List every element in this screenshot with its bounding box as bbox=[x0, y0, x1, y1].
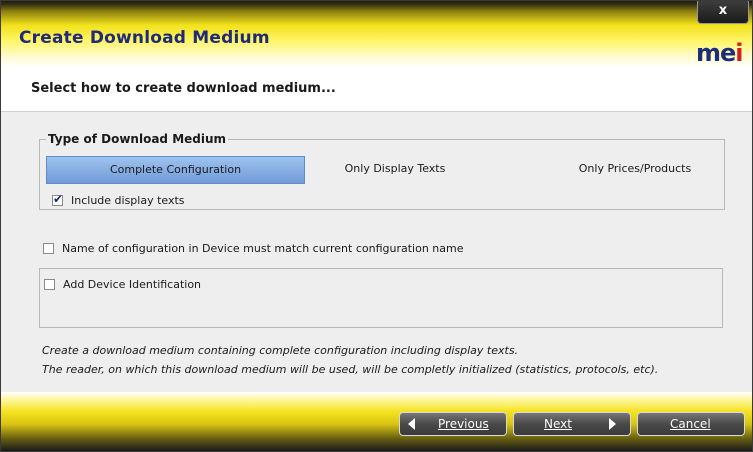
add-device-id-label: Add Device Identification bbox=[63, 278, 202, 291]
close-button[interactable]: x bbox=[697, 1, 749, 24]
include-display-texts-row[interactable]: Include display texts bbox=[52, 192, 185, 207]
option-only-display-texts[interactable]: Only Display Texts bbox=[320, 156, 470, 182]
option-only-prices-products[interactable]: Only Prices/Products bbox=[560, 156, 710, 182]
add-device-id-checkbox[interactable] bbox=[44, 279, 55, 290]
logo-text-me: me bbox=[696, 39, 736, 67]
footer-bar: Previous Next Cancel bbox=[1, 392, 752, 451]
description-line-1: Create a download medium containing comp… bbox=[42, 344, 519, 357]
match-name-label: Name of configuration in Device must mat… bbox=[62, 242, 464, 255]
add-device-id-row[interactable]: Add Device Identification bbox=[44, 278, 201, 291]
match-name-row[interactable]: Name of configuration in Device must mat… bbox=[43, 242, 464, 255]
title-bar: Create Download Medium x mei bbox=[1, 1, 752, 67]
logo-text-i: i bbox=[735, 39, 743, 67]
include-display-texts-label: Include display texts bbox=[71, 194, 185, 207]
window-title: Create Download Medium bbox=[19, 28, 270, 48]
page-subtitle: Select how to create download medium... bbox=[31, 81, 336, 96]
arrow-right-icon bbox=[609, 418, 616, 430]
arrow-left-icon bbox=[408, 418, 415, 430]
page-header: Select how to create download medium... bbox=[1, 67, 752, 112]
description-line-2: The reader, on which this download mediu… bbox=[42, 363, 659, 376]
medium-type-legend: Type of Download Medium bbox=[48, 132, 227, 146]
device-identification-box: Add Device Identification bbox=[39, 268, 723, 328]
next-button[interactable]: Next bbox=[513, 412, 631, 436]
cancel-button[interactable]: Cancel bbox=[637, 412, 745, 436]
content-area: Type of Download Medium Complete Configu… bbox=[1, 112, 752, 392]
cancel-label: Cancel bbox=[670, 417, 711, 431]
previous-label: Previous bbox=[438, 417, 489, 431]
match-name-checkbox[interactable] bbox=[43, 243, 54, 254]
include-display-texts-checkbox[interactable] bbox=[52, 192, 63, 206]
mei-logo: mei bbox=[696, 39, 744, 67]
previous-button[interactable]: Previous bbox=[399, 412, 507, 436]
next-label: Next bbox=[544, 417, 572, 431]
medium-type-group: Type of Download Medium Complete Configu… bbox=[39, 132, 725, 210]
option-complete-configuration[interactable]: Complete Configuration bbox=[46, 156, 305, 184]
wizard-window: Create Download Medium x mei Select how … bbox=[0, 0, 753, 452]
